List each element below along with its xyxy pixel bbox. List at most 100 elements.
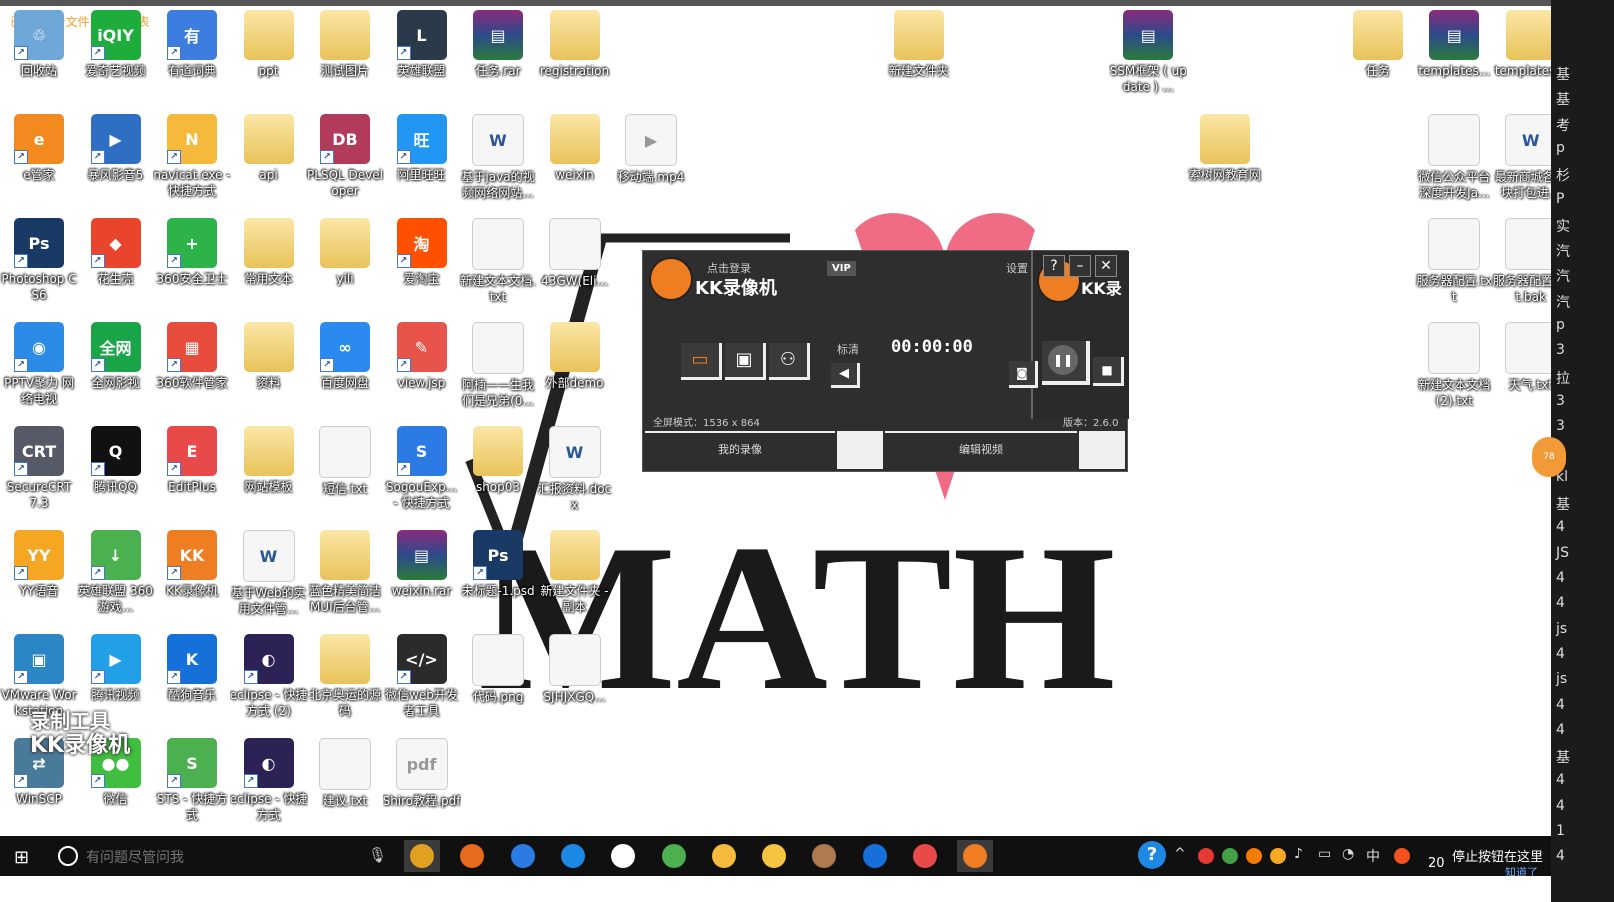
desktop-icon[interactable]: 新建文件夹 [880,8,958,112]
desktop-icon[interactable]: api [230,112,308,216]
desktop-icon[interactable]: 43GW(Eli... [536,216,614,320]
region-mode-icon[interactable]: ▣ [725,343,766,380]
vip-button[interactable]: VIP [827,261,856,276]
close-button[interactable]: ✕ [1095,255,1117,277]
side-list-item[interactable]: 4 [1556,848,1565,864]
side-list-item[interactable]: 4 [1556,798,1565,814]
help-tray-icon[interactable]: ? [1138,841,1166,869]
taskbar-app-editplus[interactable] [907,840,943,872]
desktop-icon[interactable]: e ↗ e管家 [0,112,78,216]
desktop-icon[interactable]: registration [536,8,614,112]
desktop-icon[interactable]: 全网 ↗ 全网影视 [77,320,155,424]
desktop-icon[interactable]: ▤ weixin.rar [383,528,461,632]
desktop-icon[interactable]: 索树网教育网 [1186,112,1264,216]
desktop-icon[interactable]: ∞ ↗ 百度网盘 [306,320,384,424]
desktop-icon[interactable]: iQIY ↗ 爱奇艺视频 [77,8,155,112]
quality-label[interactable]: 标清 [837,341,859,357]
start-button[interactable]: ⊞ [14,847,29,868]
taskbar-app-store[interactable] [605,840,641,872]
desktop-icon[interactable]: L ↗ 英雄联盟 [383,8,461,112]
side-list-item[interactable]: 4 [1556,519,1565,535]
floating-badge[interactable]: 78 [1532,437,1566,477]
side-list-item[interactable]: 基 [1556,89,1570,109]
tray-360-icon[interactable] [1198,848,1214,864]
network-icon[interactable]: ◔ [1342,846,1354,862]
taskbar-app-explorer[interactable] [756,840,792,872]
desktop-icon[interactable]: YY ↗ YY语音 [0,528,78,632]
side-list-item[interactable]: 拉 [1556,368,1570,388]
side-list-item[interactable]: 基 [1556,494,1570,514]
taskbar-app-chrome[interactable] [404,840,440,872]
desktop-icon[interactable]: KK ↗ KK录像机 [153,528,231,632]
desktop-icon[interactable]: S ↗ SogouExp... - 快捷方式 [383,424,461,528]
volume-icon[interactable]: ◀ [831,363,860,388]
desktop-icon[interactable]: SJHJXGQ... [536,632,614,736]
side-list-item[interactable]: 1 [1556,823,1565,839]
desktop-icon[interactable]: 建议.txt [306,736,384,840]
desktop-icon[interactable]: K ↗ 酷狗音乐 [153,632,231,736]
side-list-item[interactable]: 汽 [1556,292,1570,312]
help-button[interactable]: ? [1043,255,1065,277]
side-list-item[interactable]: 4 [1556,722,1565,738]
side-list-item[interactable]: 3 [1556,342,1565,358]
desktop-icon[interactable]: 阿楠——生我们是兄弟(0... [459,320,537,424]
desktop-icon[interactable]: S ↗ STS - 快捷方式 [153,736,231,840]
battery-icon[interactable]: ▭ [1318,846,1331,862]
side-list-item[interactable]: 汽 [1556,241,1570,261]
microphone-icon[interactable]: 🎙 [368,846,387,864]
desktop-icon[interactable]: 北京奥运的源码 [306,632,384,736]
clock[interactable]: 20 [1428,856,1445,871]
side-list-item[interactable]: 3 [1556,393,1565,409]
desktop-icon[interactable]: Q ↗ 腾讯QQ [77,424,155,528]
desktop-icon[interactable]: ▦ ↗ 360软件管家 [153,320,231,424]
taskbar-app-firefox[interactable] [454,840,490,872]
side-list-item[interactable]: JS [1556,545,1569,561]
taskbar-app-kk-recorder[interactable] [957,840,994,872]
desktop-icon[interactable]: ◐ ↗ eclipse - 快捷方式 [230,736,308,840]
desktop-icon[interactable]: N ↗ navicat.exe - 快捷方式 [153,112,231,216]
pause-button[interactable]: ❚❚ [1042,341,1090,385]
side-list-item[interactable]: p [1556,317,1565,333]
side-list-item[interactable]: 4 [1556,570,1565,586]
side-list-item[interactable]: 4 [1556,595,1565,611]
side-list-item[interactable]: 实 [1556,216,1570,236]
taskbar-app-kugou[interactable] [857,840,893,872]
desktop-icon[interactable]: ▤ SSM框架 ( update ) ... [1109,8,1187,112]
fullscreen-mode-icon[interactable]: ▭ [681,343,722,380]
taskbar-app-image[interactable] [806,840,842,872]
desktop-icon[interactable]: Ps ↗ Photoshop CS6 [0,216,78,320]
desktop-icon[interactable]: pdf Shiro教程.pdf [383,736,461,840]
desktop-icon[interactable]: CRT ↗ SecureCRT 7.3 [0,424,78,528]
desktop-icon[interactable]: weixin [536,112,614,216]
desktop-icon[interactable]: + ↗ 360安全卫士 [153,216,231,320]
side-list-item[interactable]: js [1556,621,1567,637]
side-list-item[interactable]: 基 [1556,747,1570,767]
stop-button[interactable]: ■ [1093,357,1124,386]
side-list-item[interactable]: p [1556,140,1565,156]
desktop-icon[interactable]: 新建文本文档 (2).txt [1415,320,1493,424]
taskbar-app-sts[interactable] [656,840,692,872]
desktop-icon[interactable]: ◐ ↗ eclipse - 快捷方式 (2) [230,632,308,736]
desktop-icon[interactable]: 网站模板 [230,424,308,528]
desktop-icon[interactable]: 微信公众平台深度开发Ja... [1415,112,1493,216]
desktop-icon[interactable]: 任务 [1339,8,1417,112]
desktop-icon[interactable]: 测试图片 [306,8,384,112]
desktop-icon[interactable]: ✎ ↗ view.jsp [383,320,461,424]
tray-security-icon[interactable] [1222,848,1238,864]
desktop-icon[interactable]: 常用文本 [230,216,308,320]
side-list-item[interactable]: 基 [1556,64,1570,84]
desktop-icon[interactable]: yili [306,216,384,320]
side-list-item[interactable]: 3 [1556,418,1565,434]
camera-icon[interactable]: ◙ [1009,361,1038,388]
tray-app-icon[interactable] [1270,848,1286,864]
taskbar-app-sogou[interactable] [505,840,541,872]
kk-recorder-window[interactable]: 点击登录 KK录像机 VIP 设置 KK录 ? – ✕ ▭ ▣ ⚇ 标清 ◀ 0… [642,250,1129,472]
search-input[interactable] [84,846,368,868]
sogou-tray-icon[interactable] [1394,848,1410,864]
desktop-icon[interactable]: 淘 ↗ 爱淘宝 [383,216,461,320]
desktop-icon[interactable]: 服务器配置.txt [1415,216,1493,320]
desktop-icon[interactable]: 旺 ↗ 阿里旺旺 [383,112,461,216]
minimize-button[interactable]: – [1069,255,1091,277]
desktop-icon[interactable]: shop03 [459,424,537,528]
desktop-icon[interactable]: W 汇报资料.docx [536,424,614,528]
